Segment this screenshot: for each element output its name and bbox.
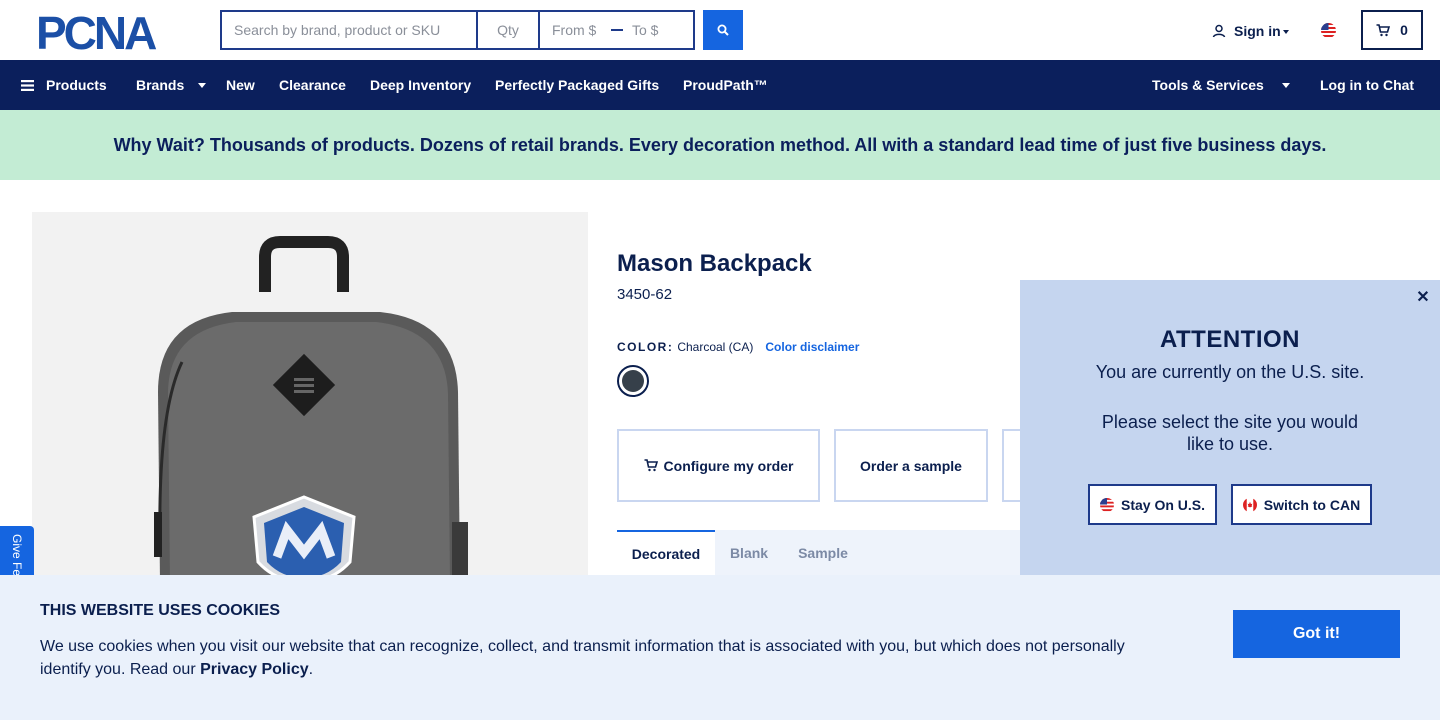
cookie-accept-button[interactable]: Got it!: [1233, 610, 1400, 658]
nav-new-label: New: [226, 77, 255, 93]
nav-products-label: Products: [46, 77, 107, 93]
search-button[interactable]: [703, 10, 743, 50]
close-icon[interactable]: ✕: [1415, 289, 1431, 306]
popup-title: ATTENTION: [1159, 326, 1301, 353]
privacy-policy-link[interactable]: Privacy Policy: [200, 661, 309, 678]
caret-down-icon: [198, 82, 207, 88]
tab-sample[interactable]: Sample: [783, 530, 863, 575]
switch-to-can-button[interactable]: Switch to CAN: [1231, 484, 1372, 525]
cart-icon: [644, 459, 658, 472]
stay-label: Stay On U.S.: [1120, 496, 1206, 513]
main-nav: Products Brands New Clearance Deep Inven…: [0, 60, 1440, 110]
nav-clearance[interactable]: Clearance: [279, 60, 346, 110]
nav-deep-inventory[interactable]: Deep Inventory: [370, 60, 471, 110]
product-title: Mason Backpack: [617, 250, 812, 277]
nav-packaged-gifts[interactable]: Perfectly Packaged Gifts: [495, 60, 659, 110]
color-disclaimer-link[interactable]: Color disclaimer: [765, 340, 859, 354]
tab-decorated[interactable]: Decorated: [617, 530, 715, 575]
cookie-text: We use cookies when you visit our websit…: [40, 635, 1150, 681]
nav-packaged-gifts-label: Perfectly Packaged Gifts: [495, 77, 660, 93]
nav-proudpath[interactable]: ProudPath™: [683, 60, 768, 110]
us-flag-icon[interactable]: [1321, 23, 1336, 38]
promo-banner: Why Wait? Thousands of products. Dozens …: [0, 110, 1440, 180]
configure-label: Configure my order: [663, 457, 794, 474]
search-bar: [220, 10, 695, 50]
price-to-input[interactable]: [624, 12, 690, 48]
top-header: PCNA Sign in 0: [0, 0, 1440, 60]
cookie-title: THIS WEBSITE USES COOKIES: [40, 602, 281, 619]
chevron-down-icon: [1282, 30, 1289, 34]
nav-products[interactable]: Products: [21, 60, 107, 110]
nav-chat-label: Log in to Chat: [1320, 77, 1415, 93]
promo-text: Why Wait? Thousands of products. Dozens …: [113, 134, 1327, 155]
color-value: Charcoal (CA): [677, 340, 754, 354]
search-icon: [717, 24, 729, 36]
color-row: COLOR: Charcoal (CA) Color disclaimer: [617, 340, 859, 354]
product-image[interactable]: [32, 212, 588, 582]
order-sample-label: Order a sample: [860, 457, 962, 474]
nav-new[interactable]: New: [226, 60, 255, 110]
caret-down-icon: [1281, 82, 1290, 88]
nav-clearance-label: Clearance: [279, 77, 346, 93]
color-swatch-charcoal[interactable]: [617, 365, 649, 397]
pcna-logo[interactable]: PCNA: [36, 7, 186, 59]
order-sample-button[interactable]: Order a sample: [834, 429, 988, 502]
color-label: COLOR:: [617, 340, 674, 354]
nav-brands[interactable]: Brands: [136, 60, 207, 110]
cart-icon: [1376, 23, 1391, 36]
canada-flag-icon: [1242, 497, 1257, 512]
switch-label: Switch to CAN: [1263, 496, 1361, 513]
logo-text: PCNA: [36, 11, 156, 51]
popup-message-select-site: Please select the site you would like to…: [1101, 412, 1359, 454]
sign-in-label: Sign in: [1234, 23, 1281, 39]
configure-order-button[interactable]: Configure my order: [617, 429, 820, 502]
cookie-period: .: [308, 661, 314, 678]
nav-tools-label: Tools & Services: [1152, 77, 1264, 93]
user-icon: [1212, 24, 1226, 38]
qty-input[interactable]: [478, 12, 540, 48]
tab-blank[interactable]: Blank: [715, 530, 783, 575]
search-input[interactable]: [222, 12, 478, 48]
nav-brands-label: Brands: [136, 77, 185, 93]
popup-message-current-site: You are currently on the U.S. site.: [1095, 362, 1365, 382]
cart-button[interactable]: 0: [1361, 10, 1423, 50]
price-from-input[interactable]: [540, 12, 610, 48]
nav-proudpath-label: ProudPath™: [683, 77, 768, 93]
product-sku: 3450-62: [617, 286, 673, 303]
price-range-dash: [610, 12, 624, 48]
cart-count: 0: [1400, 22, 1408, 38]
pricing-tabs: Decorated Blank Sample: [617, 530, 1020, 575]
stay-on-us-button[interactable]: Stay On U.S.: [1088, 484, 1217, 525]
nav-login-chat[interactable]: Log in to Chat: [1320, 60, 1414, 110]
nav-tools-services[interactable]: Tools & Services: [1152, 60, 1290, 110]
nav-deep-inventory-label: Deep Inventory: [370, 77, 472, 93]
sign-in-menu[interactable]: Sign in: [1212, 22, 1289, 40]
menu-icon: [21, 79, 34, 91]
us-flag-icon: [1099, 497, 1114, 512]
